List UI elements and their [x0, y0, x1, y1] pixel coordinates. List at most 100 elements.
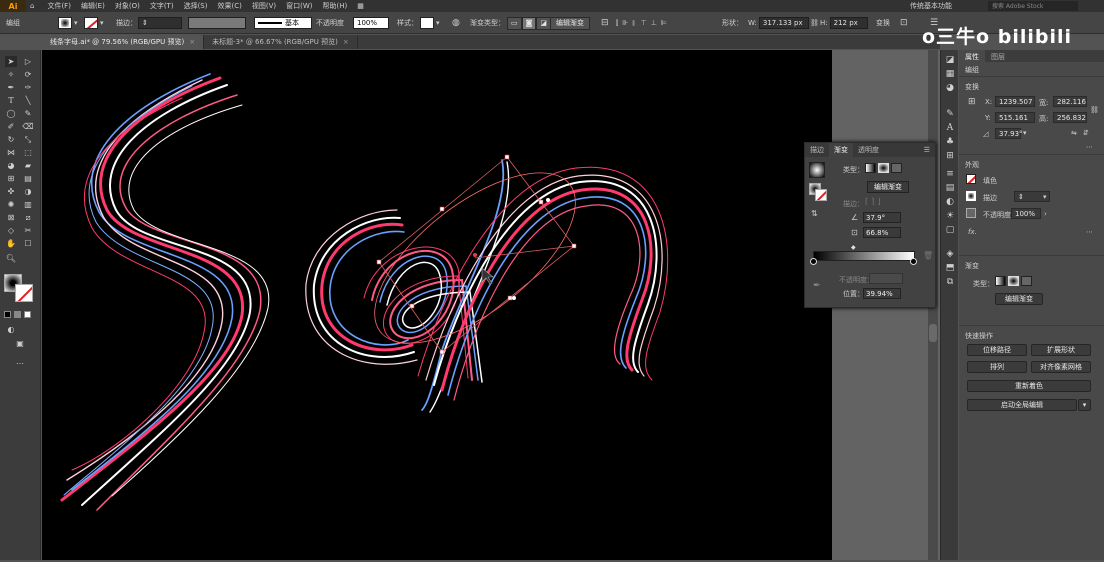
gradient-type-buttons[interactable]	[995, 276, 1032, 286]
fill-stroke-mini[interactable]	[809, 183, 827, 201]
opacity-dropdown-icon[interactable]: ›	[1044, 210, 1047, 218]
symbols-icon[interactable]: ♣	[944, 136, 956, 147]
menu-help[interactable]: 帮助(H)	[318, 1, 353, 11]
symbol-sprayer-icon[interactable]: ✺	[5, 199, 17, 210]
appearance-icon[interactable]: ☀	[944, 210, 956, 221]
tab-properties[interactable]: 属性	[959, 50, 985, 62]
magic-wand-icon[interactable]: ✧	[5, 69, 17, 80]
align-panel-icon[interactable]: ⊞	[944, 150, 956, 161]
eraser-icon[interactable]: ⌫	[22, 121, 34, 132]
align-icon[interactable]: ⊟	[601, 16, 609, 30]
arrange-button[interactable]: 排列	[967, 361, 1027, 373]
gradient-slider[interactable]	[813, 251, 915, 261]
draw-mode-icon[interactable]: ◐	[5, 324, 17, 335]
artboard-canvas[interactable]	[42, 50, 832, 560]
align-pixel-grid-button[interactable]: 对齐像素网格	[1031, 361, 1091, 373]
slice-icon[interactable]: ⧄	[22, 212, 34, 223]
gradient-preview-swatch[interactable]	[809, 162, 825, 178]
gradient-annotator[interactable]	[347, 142, 603, 375]
links-icon[interactable]: ⧉	[944, 276, 956, 287]
menu-edit[interactable]: 编辑(E)	[76, 1, 110, 11]
transparency-icon[interactable]: ◐	[944, 196, 956, 207]
arrange-docs-icon[interactable]: ▦	[352, 2, 369, 10]
rotate-field[interactable]: 37.93°	[995, 128, 1023, 139]
reverse-gradient-icon[interactable]: ⇅	[811, 209, 818, 218]
aspect-ratio-field[interactable]: 66.8%	[863, 227, 901, 238]
color-guide-icon[interactable]: ◪	[944, 54, 956, 65]
flip-horizontal-icon[interactable]: ⇋	[1071, 129, 1077, 137]
stroke-panel-icon[interactable]: ≡	[944, 168, 956, 179]
location-field[interactable]: 39.94%	[863, 288, 901, 299]
eraser-tool-icon[interactable]: ◇	[5, 225, 17, 236]
y-field[interactable]: 515.161	[995, 112, 1035, 123]
lasso-icon[interactable]: ⟳	[22, 69, 34, 80]
stroke-swatch[interactable]	[966, 191, 976, 201]
menu-file[interactable]: 文件(F)	[42, 1, 76, 11]
gradient-tool-icon[interactable]: ▤	[22, 173, 34, 184]
width-field[interactable]: W: 317.133 px	[748, 16, 809, 30]
perspective-icon[interactable]: ▰	[22, 160, 34, 171]
menu-select[interactable]: 选择(S)	[179, 1, 213, 11]
tab-stroke[interactable]: 描边	[805, 143, 829, 157]
more-tools-icon[interactable]: ⋯	[14, 358, 26, 369]
global-edit-button[interactable]: 启动全局编辑	[967, 399, 1077, 411]
stroke-weight-dropdown-icon[interactable]: ▾	[1043, 193, 1047, 201]
height-field[interactable]: H: 212 px	[820, 16, 868, 30]
scan-lettering-artwork[interactable]	[42, 50, 832, 560]
more-options-icon[interactable]: ⋯	[1086, 143, 1093, 151]
color-stop-right[interactable]	[910, 258, 917, 265]
edit-gradient-button[interactable]: 编辑渐变	[867, 181, 909, 193]
eyedropper-icon[interactable]: ✒	[813, 281, 821, 291]
mesh-icon[interactable]: ⊞	[5, 173, 17, 184]
opacity-field[interactable]: 100%	[1011, 208, 1041, 219]
color-icon[interactable]: ◕	[944, 82, 956, 93]
print-tiling-icon[interactable]: ☐	[22, 238, 34, 249]
width-field[interactable]: 282.116	[1053, 96, 1087, 107]
pen-tool-icon[interactable]: ✒	[5, 82, 17, 93]
ellipse-tool-icon[interactable]: ◯	[5, 108, 17, 119]
constrain-link-icon[interactable]: ⛓	[1090, 106, 1099, 114]
width-tool-icon[interactable]: ⋈	[5, 147, 17, 158]
tab-layers[interactable]: 图层	[985, 50, 1011, 62]
edit-gradient-button[interactable]: 编辑渐变	[550, 16, 590, 30]
variable-width-field[interactable]	[188, 16, 246, 30]
panel-menu-icon[interactable]: ☰	[919, 143, 935, 157]
type-panel-icon[interactable]: A	[944, 122, 956, 133]
menu-type[interactable]: 文字(T)	[145, 1, 179, 11]
free-transform-icon[interactable]: ⬚	[22, 147, 34, 158]
workspace-switcher[interactable]: 传统基本功能	[910, 1, 952, 11]
tab-gradient[interactable]: 渐变	[829, 143, 853, 157]
fill-stroke-widget[interactable]	[4, 274, 34, 302]
tab-transparency[interactable]: 透明度	[853, 143, 884, 157]
delete-stop-icon[interactable]: 🗑︎	[923, 251, 933, 260]
hand-tool-icon[interactable]: ✋	[5, 238, 17, 249]
fx-button[interactable]: fx.	[968, 228, 977, 236]
graph-tool-icon[interactable]: ▥	[22, 199, 34, 210]
layers-icon[interactable]: ◈	[944, 248, 956, 259]
transform-link[interactable]: 变换	[876, 16, 890, 30]
blend-icon[interactable]: ◑	[22, 186, 34, 197]
opacity-field[interactable]: 100%	[353, 16, 389, 30]
home-icon[interactable]: ⌂	[26, 2, 42, 10]
offset-path-button[interactable]: 位移路径	[967, 344, 1027, 356]
shaper-icon[interactable]: ✐	[5, 121, 17, 132]
eyedropper-icon[interactable]: ✜	[5, 186, 17, 197]
fill-swatch[interactable]: ▾	[58, 16, 78, 30]
opacity-label[interactable]: 不透明度	[316, 16, 344, 30]
menu-view[interactable]: 视图(V)	[247, 1, 281, 11]
curvature-icon[interactable]: ✑	[22, 82, 34, 93]
scissors-icon[interactable]: ✂	[22, 225, 34, 236]
rotate-icon[interactable]: ↻	[5, 134, 17, 145]
paintbrush-icon[interactable]: ✎	[22, 108, 34, 119]
color-mode-buttons[interactable]	[4, 309, 36, 319]
menu-window[interactable]: 窗口(W)	[281, 1, 317, 11]
isolate-icon[interactable]: ⊡	[900, 16, 908, 30]
brushes-icon[interactable]: ✎	[944, 108, 956, 119]
artboards-icon[interactable]: ⬒	[944, 262, 956, 273]
fill-swatch[interactable]	[966, 174, 976, 184]
recolor-icon[interactable]: ◍	[452, 16, 460, 30]
flip-vertical-icon[interactable]: ⇵	[1083, 129, 1089, 137]
expand-shape-button[interactable]: 扩展形状	[1031, 344, 1091, 356]
stroke-swatch[interactable]: ▾	[84, 16, 104, 30]
angle-dropdown-icon[interactable]: ▾	[1023, 129, 1027, 137]
